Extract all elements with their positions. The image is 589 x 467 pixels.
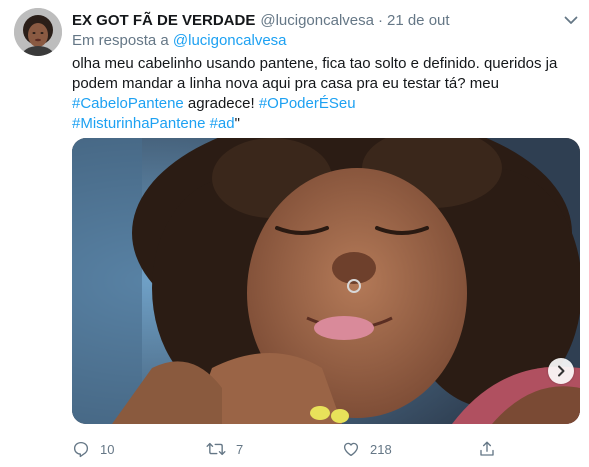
- tweet-text-line: podem mandar a linha nova aqui pra casa …: [72, 75, 499, 92]
- share-button[interactable]: [478, 440, 496, 458]
- tweet-text: olha meu cabelinho usando pantene, fica …: [72, 54, 578, 134]
- hashtag-ad[interactable]: #ad: [210, 115, 235, 132]
- tweet-actions: 10 7 218: [72, 438, 502, 460]
- share-icon: [480, 441, 494, 456]
- tweet: EX GOT FÃ DE VERDADE @lucigoncalvesa · 2…: [0, 0, 589, 467]
- hashtag-cabelopantene[interactable]: #CabeloPantene: [72, 95, 184, 112]
- next-image-chevron-right-icon[interactable]: [548, 358, 574, 384]
- retweet-count: 7: [236, 441, 244, 457]
- hashtag-misturinhapantene[interactable]: #MisturinhaPantene: [72, 115, 205, 132]
- tweet-timestamp[interactable]: 21 de out: [387, 12, 450, 29]
- tweet-text-line: #CabeloPantene agradece! #OPoderÉSeu: [72, 94, 578, 114]
- separator-dot: ·: [377, 11, 383, 29]
- tweet-text-fragment: ": [234, 115, 240, 132]
- tweet-text-fragment: agradece!: [183, 95, 259, 112]
- reply-icon: [73, 441, 89, 458]
- user-handle[interactable]: @lucigoncalvesa: [260, 12, 374, 29]
- tweet-photo[interactable]: [72, 138, 580, 424]
- retweet-icon: [206, 442, 226, 456]
- retweet-button[interactable]: 7: [206, 440, 243, 458]
- reply-button[interactable]: 10: [72, 440, 114, 458]
- reply-context: Em resposta a @lucigoncalvesa: [72, 32, 287, 49]
- like-count: 218: [370, 441, 392, 457]
- heart-icon: [343, 442, 359, 457]
- reply-prefix: Em resposta a: [72, 32, 169, 49]
- avatar[interactable]: [14, 8, 62, 56]
- reply-count: 10: [100, 441, 115, 457]
- tweet-text-line: #MisturinhaPantene #ad": [72, 114, 578, 134]
- display-name[interactable]: EX GOT FÃ DE VERDADE: [72, 12, 255, 29]
- tweet-header: EX GOT FÃ DE VERDADE @lucigoncalvesa · 2…: [72, 10, 575, 30]
- tweet-text-line: olha meu cabelinho usando pantene, fica …: [72, 55, 558, 72]
- reply-to-link[interactable]: @lucigoncalvesa: [173, 32, 287, 49]
- more-options-chevron-down-icon[interactable]: [561, 10, 581, 30]
- like-button[interactable]: 218: [342, 440, 392, 458]
- hashtag-opoderéseu[interactable]: #OPoderÉSeu: [259, 95, 356, 112]
